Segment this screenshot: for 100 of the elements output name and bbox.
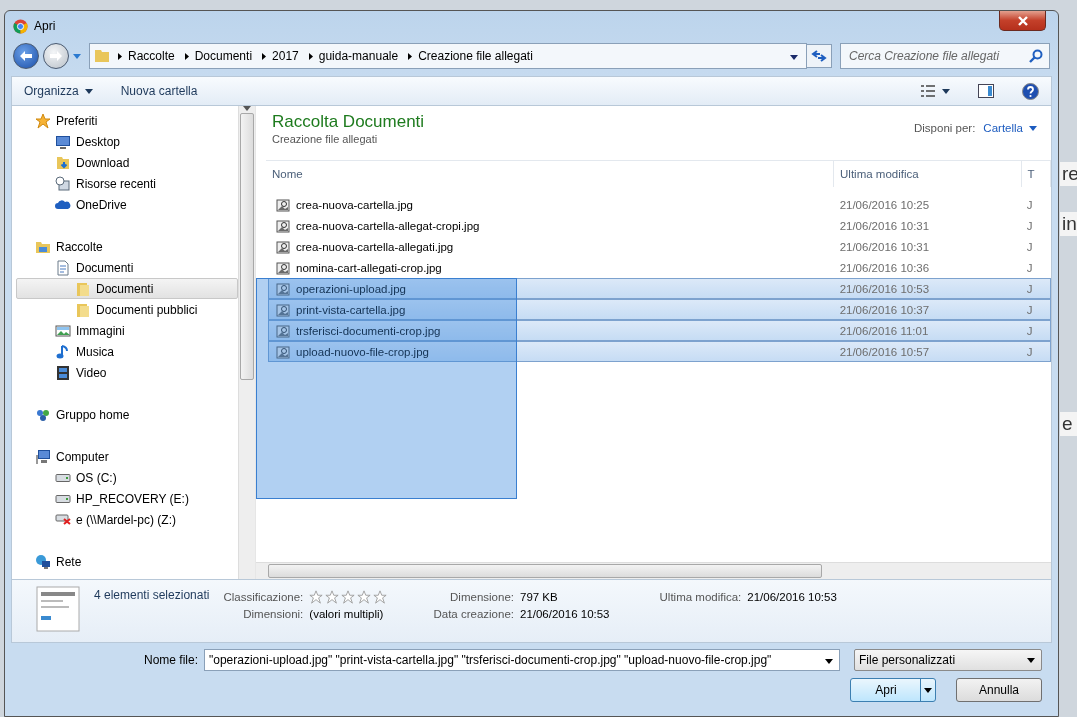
image-file-icon [275,280,291,297]
network-drive-icon [55,514,71,525]
breadcrumb[interactable]: guida-manuale [306,49,401,63]
column-header[interactable]: Nome [266,161,835,187]
toolbar-button[interactable]: Nuova cartella [120,84,198,98]
folder-icon [75,280,91,297]
recent-places-icon [55,175,71,192]
modified-date: 21/06/2016 10:57 [839,345,930,358]
help-button[interactable] [1022,82,1039,100]
file-name: trsferisci-documenti-crop.jpg [296,324,441,337]
modified-date: 21/06/2016 10:37 [839,303,930,316]
back-arrow-icon [19,50,33,62]
dialog-button[interactable]: Apri [850,678,936,702]
dialog-button[interactable]: Annulla [956,678,1042,702]
table-cell: J [1026,282,1033,295]
modified-date: 21/06/2016 10:36 [839,261,930,274]
table-cell: J [1026,198,1033,211]
file-row[interactable]: operazioni-upload.jpg 21/06/2016 10:53 J [268,278,1051,299]
picture-icon [55,322,71,339]
chevron-icon [262,52,267,60]
sidebar-item[interactable]: HP_RECOVERY (E:) [16,488,238,509]
breadcrumb[interactable]: Raccolte [116,49,177,63]
caret-icon [84,88,93,94]
file-row[interactable]: crea-nuova-cartella.jpg 21/06/2016 10:25 J [268,194,1051,215]
file-name: operazioni-upload.jpg [296,282,406,295]
refresh-button[interactable] [806,44,832,68]
image-file-icon [275,196,291,213]
toolbar-button[interactable]: Organizza [24,84,93,98]
drive-icon [55,473,71,482]
rating-star-icon [373,590,388,604]
forward-button[interactable] [43,43,69,69]
sidebar-item[interactable]: Download [16,152,238,173]
file-type-dropdown[interactable]: File personalizzati [854,649,1042,671]
image-file-icon [275,259,291,276]
list-view-icon [920,85,936,97]
close-icon [1016,15,1029,26]
table-cell: J [1026,303,1033,316]
background-text: in [1060,212,1077,236]
sidebar-item[interactable]: Immagini [16,320,238,341]
arrange-dropdown[interactable]: Cartella [983,122,1037,134]
detail-label: Classificazione: [223,591,304,603]
table-cell: J [1026,240,1033,253]
sidebar-item[interactable]: Video [16,362,238,383]
search-field[interactable]: Cerca Creazione file allegati [840,43,1050,69]
file-row[interactable]: upload-nuovo-file-crop.jpg 21/06/2016 10:57 J [268,341,1051,362]
sidebar-item[interactable]: Musica [16,341,238,362]
arrange-label: Disponi per: [914,122,976,134]
file-row[interactable]: trsferisci-documenti-crop.jpg 21/06/2016 11:01 J [268,320,1051,341]
filename-field[interactable]: "operazioni-upload.jpg" "print-vista-cartella.jpg" "trsferisci-documenti-crop.jpg" "upload-nuovo-file-crop.jpg" [204,649,840,671]
folder-icon [75,301,91,318]
back-button[interactable] [13,43,39,69]
image-file-icon [275,301,291,318]
caret-icon [942,88,950,94]
close-button[interactable] [999,11,1046,31]
detail-label: Dimensione: [449,591,514,603]
computer-icon [35,448,51,465]
modified-date: 21/06/2016 10:25 [839,198,930,211]
file-row[interactable]: crea-nuova-cartella-allegat-cropi.jpg 21/06/2016 10:31 J [268,215,1051,236]
film-icon [55,364,71,381]
sidebar-item[interactable]: e (\\Mardel-pc) (Z:) [16,509,238,530]
sidebar-item[interactable]: Risorse recenti [16,173,238,194]
file-row[interactable]: crea-nuova-cartella-allegati.jpg 21/06/2016 10:31 J [268,236,1051,257]
search-icon [1029,49,1043,63]
sidebar-item[interactable]: Desktop [16,131,238,152]
sidebar-item[interactable]: OS (C:) [16,467,238,488]
file-row[interactable]: nomina-cart-allegati-crop.jpg 21/06/2016 10:36 J [268,257,1051,278]
table-cell: J [1026,345,1033,358]
view-options-button[interactable] [920,85,950,97]
chevron-icon [118,52,122,60]
breadcrumb[interactable]: Documenti [182,49,255,63]
sidebar-item[interactable]: Preferiti [16,110,238,131]
sidebar-item[interactable]: Rete [16,551,238,572]
scrollbar[interactable] [238,106,255,579]
address-bar[interactable]: Raccolte Documenti 2017 guida-manuale Creazione file allegati [89,43,807,69]
preview-pane-button[interactable] [978,84,994,98]
sidebar-item[interactable]: Documenti pubblici [16,299,238,320]
modified-date: 21/06/2016 11:01 [839,324,929,337]
sidebar-item[interactable]: Gruppo home [16,404,238,425]
breadcrumb[interactable]: 2017 [260,49,301,63]
table-cell: J [1026,324,1033,337]
sidebar-item[interactable]: OneDrive [16,194,238,215]
modified-date: 21/06/2016 10:31 [839,219,930,232]
caret-icon [924,687,932,693]
sidebar-item[interactable]: Documenti [16,278,238,299]
detail-value: 797 KB [520,591,559,603]
sidebar-item[interactable]: Computer [16,446,238,467]
rating-star-icon [341,590,356,604]
rating-star-icon [357,590,372,604]
breadcrumb[interactable]: Creazione file allegati [406,49,535,63]
folder-icon [94,48,110,64]
sidebar-item[interactable]: Documenti [16,257,238,278]
column-header[interactable]: T [1021,161,1051,187]
detail-value: 21/06/2016 10:53 [747,591,837,603]
column-header[interactable]: Ultima modifica [834,161,1022,187]
sidebar-item[interactable]: Raccolte [16,236,238,257]
horizontal-scrollbar[interactable] [256,562,1051,579]
caret-icon [790,55,798,60]
network-icon [35,553,51,570]
filename-label: Nome file: [143,653,198,667]
file-row[interactable]: print-vista-cartella.jpg 21/06/2016 10:37 J [268,299,1051,320]
